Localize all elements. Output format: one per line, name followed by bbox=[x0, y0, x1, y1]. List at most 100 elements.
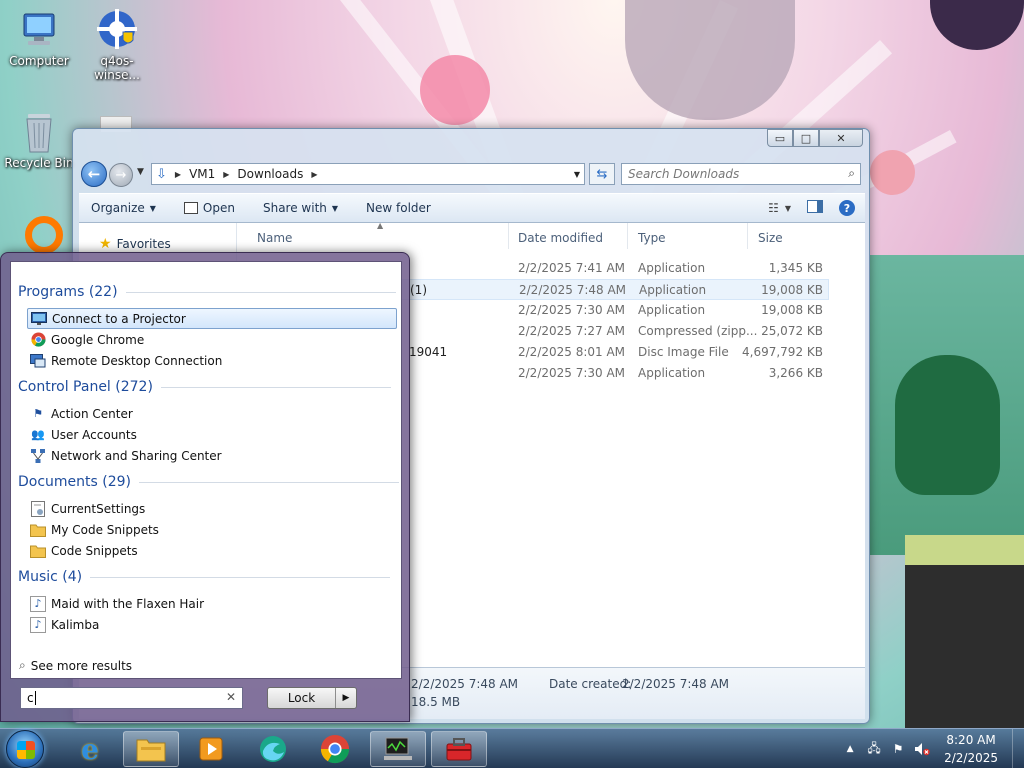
back-button[interactable]: ← bbox=[81, 161, 107, 187]
result-user-accounts[interactable]: 👥 User Accounts bbox=[27, 424, 397, 445]
result-action-center[interactable]: ⚑ Action Center bbox=[27, 403, 397, 424]
nav-favorites[interactable]: ★ Favorites bbox=[99, 236, 171, 252]
result-label: Action Center bbox=[51, 406, 133, 421]
category-divider bbox=[139, 481, 400, 483]
shutdown-options-arrow-icon[interactable]: ▶ bbox=[336, 688, 356, 708]
new-folder-button[interactable]: New folder bbox=[366, 201, 431, 215]
clear-search-icon[interactable]: ✕ bbox=[226, 690, 236, 704]
share-with-button[interactable]: Share with ▼ bbox=[263, 201, 338, 215]
desktop-icon-q4os[interactable]: q4os-winse... bbox=[79, 8, 155, 82]
refresh-button[interactable]: ⇆ bbox=[589, 163, 615, 185]
address-bar[interactable]: ⇩ ▶ VM1 ▶ Downloads ▶ ▼ bbox=[151, 163, 585, 185]
file-date: 2/2/2025 7:48 AM bbox=[519, 283, 627, 297]
start-search-input[interactable]: c ✕ bbox=[20, 687, 243, 709]
file-type: Compressed (zipp... bbox=[638, 324, 758, 338]
action-center-flag-icon[interactable]: ⚑ bbox=[890, 741, 906, 757]
result-label: Connect to a Projector bbox=[52, 311, 186, 326]
result-label: Kalimba bbox=[51, 617, 100, 632]
organize-label: Organize bbox=[91, 201, 145, 215]
category-music[interactable]: Music (4) bbox=[18, 569, 391, 585]
window-controls: ▭ □ ✕ bbox=[767, 129, 863, 147]
column-type[interactable]: Type bbox=[628, 223, 748, 249]
start-button[interactable] bbox=[6, 730, 44, 768]
result-google-chrome[interactable]: Google Chrome bbox=[27, 329, 397, 350]
network-tray-icon[interactable]: 🖧 bbox=[866, 741, 882, 757]
search-results-pane: Programs (22) Connect to a Projector Goo… bbox=[10, 261, 402, 679]
change-view-button[interactable]: ☷ ▼ bbox=[768, 201, 791, 215]
taskbar-system-monitor[interactable] bbox=[370, 731, 426, 767]
file-size: 4,697,792 KB bbox=[742, 345, 823, 359]
result-network-sharing[interactable]: Network and Sharing Center bbox=[27, 445, 397, 466]
recent-pages-dropdown[interactable]: ▼ bbox=[137, 167, 144, 177]
breadcrumb-vm1[interactable]: VM1 bbox=[189, 167, 215, 181]
column-size[interactable]: Size bbox=[748, 223, 828, 249]
file-name: 19041 bbox=[409, 345, 448, 359]
file-type: Application bbox=[638, 303, 706, 317]
music-file-icon: ♪ bbox=[30, 616, 46, 633]
category-programs[interactable]: Programs (22) bbox=[18, 284, 396, 300]
search-downloads-input[interactable]: Search Downloads ⌕ bbox=[621, 163, 861, 185]
taskbar-media-player[interactable] bbox=[183, 731, 239, 767]
taskbar-internet-explorer[interactable]: e bbox=[62, 731, 118, 767]
result-label: Maid with the Flaxen Hair bbox=[51, 596, 205, 611]
desktop-icon-computer[interactable]: Computer bbox=[1, 8, 77, 68]
preview-pane-button[interactable] bbox=[807, 200, 823, 216]
result-connect-to-projector[interactable]: Connect to a Projector bbox=[27, 308, 397, 329]
result-remote-desktop[interactable]: Remote Desktop Connection bbox=[27, 350, 397, 371]
show-desktop-button[interactable] bbox=[1012, 729, 1024, 768]
close-button[interactable]: ✕ bbox=[819, 129, 863, 147]
settings-file-icon bbox=[30, 500, 46, 517]
forward-button[interactable]: → bbox=[109, 163, 133, 187]
computer-icon bbox=[18, 8, 60, 50]
result-code-snippets[interactable]: Code Snippets bbox=[27, 540, 397, 561]
category-programs-label: Programs (22) bbox=[18, 284, 118, 300]
see-more-results-link[interactable]: ⌕ See more results bbox=[19, 658, 132, 673]
remote-desktop-icon bbox=[30, 353, 46, 369]
maximize-button[interactable]: □ bbox=[793, 129, 819, 147]
minimize-button[interactable]: ▭ bbox=[767, 129, 793, 147]
volume-muted-icon[interactable] bbox=[914, 741, 930, 757]
organize-button[interactable]: Organize ▼ bbox=[91, 201, 156, 215]
result-kalimba[interactable]: ♪ Kalimba bbox=[27, 614, 397, 635]
details-date-created-label: Date created: bbox=[549, 677, 632, 691]
file-explorer-icon bbox=[136, 739, 166, 762]
taskbar-edge[interactable] bbox=[245, 731, 301, 767]
refresh-icon: ⇆ bbox=[596, 166, 608, 182]
installer-shield-icon bbox=[96, 8, 138, 50]
desktop-icon-orange-ring[interactable] bbox=[25, 216, 63, 254]
taskbar-chrome[interactable] bbox=[307, 731, 363, 767]
category-documents[interactable]: Documents (29) bbox=[18, 474, 400, 490]
start-menu[interactable]: Programs (22) Connect to a Projector Goo… bbox=[0, 252, 410, 722]
lock-button[interactable]: Lock ▶ bbox=[267, 687, 357, 709]
internet-explorer-icon: e bbox=[81, 732, 99, 766]
lock-label: Lock bbox=[268, 688, 336, 708]
file-date: 2/2/2025 8:01 AM bbox=[518, 345, 626, 359]
result-my-code-snippets[interactable]: My Code Snippets bbox=[27, 519, 397, 540]
help-button[interactable]: ? bbox=[839, 200, 855, 216]
file-size: 3,266 KB bbox=[768, 366, 823, 380]
result-maid-flaxen-hair[interactable]: ♪ Maid with the Flaxen Hair bbox=[27, 593, 397, 614]
result-label: CurrentSettings bbox=[51, 501, 146, 516]
clock[interactable]: 8:20 AM 2/2/2025 bbox=[944, 731, 998, 767]
taskbar-toolbox[interactable] bbox=[431, 731, 487, 767]
search-icon: ⌕ bbox=[848, 166, 855, 180]
file-date: 2/2/2025 7:27 AM bbox=[518, 324, 626, 338]
taskbar-file-explorer[interactable] bbox=[123, 731, 179, 767]
show-hidden-icons-button[interactable]: ▲ bbox=[842, 741, 858, 757]
open-button[interactable]: Open bbox=[183, 201, 235, 215]
toolbox-icon bbox=[446, 738, 472, 761]
projector-icon bbox=[31, 311, 47, 327]
result-label: My Code Snippets bbox=[51, 522, 159, 537]
column-date-modified[interactable]: Date modified bbox=[508, 223, 628, 249]
desktop-icon-recycle-bin[interactable]: Recycle Bin bbox=[1, 110, 77, 170]
result-label: Google Chrome bbox=[51, 332, 145, 347]
clock-time: 8:20 AM bbox=[946, 733, 996, 747]
sort-ascending-icon: ▲ bbox=[377, 221, 384, 230]
forward-arrow-icon: → bbox=[115, 167, 127, 183]
result-current-settings[interactable]: CurrentSettings bbox=[27, 498, 397, 519]
breadcrumb-downloads[interactable]: Downloads bbox=[237, 167, 303, 181]
chevron-down-icon: ▼ bbox=[331, 203, 339, 213]
folder-icon bbox=[30, 522, 46, 538]
category-control-panel[interactable]: Control Panel (272) bbox=[18, 379, 391, 395]
address-dropdown-icon[interactable]: ▼ bbox=[574, 170, 580, 179]
